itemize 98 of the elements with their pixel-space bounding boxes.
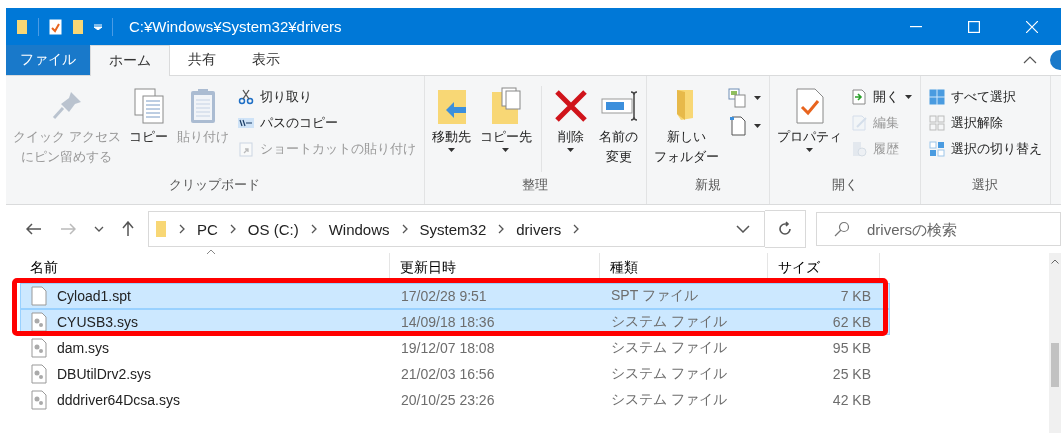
collapse-ribbon-icon [1023, 56, 1037, 64]
ribbon-button[interactable]: プロパティ [773, 80, 845, 176]
invert-selection-icon [928, 141, 945, 157]
history-icon [850, 141, 867, 157]
ribbon-button[interactable]: 開く [846, 86, 916, 108]
ribbon-button[interactable]: 名前の 変更 [595, 80, 642, 176]
ribbon-button[interactable]: 切り取り [233, 86, 420, 108]
group-label: 開く [830, 176, 859, 194]
file-name: DBUtilDrv2.sys [57, 366, 152, 382]
type-cell-text: システム ファイル [610, 339, 728, 357]
file-row[interactable]: Cyload1.spt 17/02/28 9:51 SPT ファイル 7 KB [20, 283, 890, 309]
folder-icon [155, 220, 167, 238]
folder-icon [16, 18, 28, 35]
file-name: dam.sys [57, 340, 110, 356]
date-cell-text: 17/02/28 9:51 [400, 288, 488, 304]
chevron-icon [229, 224, 236, 234]
ribbon-button[interactable]: 選択の切り替え [924, 138, 1046, 160]
ribbon-button[interactable]: 移動先 [428, 80, 475, 176]
properties-icon [49, 18, 62, 35]
select-all-icon [928, 89, 945, 105]
file-row[interactable]: dam.sys 19/12/07 18:08 システム ファイル 95 KB [20, 335, 890, 361]
maximize-icon [968, 20, 980, 33]
ribbon-tab[interactable]: ファイル [6, 45, 90, 75]
new-item-icon [727, 88, 748, 108]
size-cell-text: 25 KB [831, 366, 872, 382]
breadcrumb[interactable]: Windows [328, 220, 390, 238]
date-cell-text: 14/09/18 18:36 [400, 314, 496, 330]
ribbon-button[interactable]: 新しい フォルダー [650, 80, 722, 176]
gear-file-icon [31, 338, 47, 358]
select-none-icon [928, 115, 945, 131]
file-name: Cyload1.spt [57, 288, 131, 304]
path-icon [237, 115, 254, 131]
refresh-button[interactable] [765, 210, 806, 248]
ribbon-tab[interactable]: 表示 [234, 45, 298, 75]
ribbon-tab[interactable]: ホーム [90, 45, 170, 76]
group-label: 選択 [971, 176, 1000, 194]
gear-file-icon [31, 364, 47, 384]
up-arrow-icon [122, 221, 134, 237]
group-label: 整理 [521, 176, 550, 194]
breadcrumb[interactable]: System32 [419, 220, 487, 238]
edit-icon [850, 115, 867, 131]
file-name: dddriver64Dcsa.sys [57, 392, 180, 408]
address-bar[interactable]: PC OS (C:) Windows System32 drivers [148, 211, 765, 247]
size-cell-text: 42 KB [831, 392, 872, 408]
ribbon-button[interactable]: コピー [125, 80, 172, 176]
chevron-down-icon [94, 226, 104, 232]
window-title: C:¥Windows¥System32¥drivers [129, 18, 343, 35]
back-arrow-icon [26, 223, 42, 235]
chevron-icon [401, 224, 408, 234]
type-cell-text: システム ファイル [610, 365, 728, 383]
date-cell-text: 20/10/25 23:26 [400, 392, 496, 408]
sort-ascending-icon [206, 249, 216, 255]
type-cell-text: システム ファイル [610, 313, 728, 331]
ribbon-tab[interactable]: 共有 [170, 45, 234, 75]
refresh-icon [777, 221, 793, 237]
search-icon [834, 221, 850, 237]
chevron-icon [310, 224, 317, 234]
size-cell-text: 95 KB [831, 340, 872, 356]
scrollbar-thumb[interactable] [1051, 343, 1059, 387]
ribbon-button[interactable]: コピー先 [476, 80, 535, 176]
breadcrumb[interactable]: drivers [516, 220, 562, 238]
chevron-icon [573, 224, 580, 234]
chevron-icon [179, 224, 185, 234]
group-label: 新規 [693, 176, 722, 194]
size-cell-text: 62 KB [831, 314, 872, 330]
scrollbar[interactable] [1049, 253, 1061, 433]
shortcut-icon [237, 141, 254, 157]
search-field[interactable]: driversの検索 [816, 212, 1061, 246]
type-cell-text: システム ファイル [610, 391, 728, 409]
minimize-icon [910, 25, 922, 28]
folder-icon [677, 90, 696, 122]
ribbon-button[interactable]: パスのコピー [233, 112, 420, 134]
open-icon [850, 89, 867, 105]
blank-page-icon [727, 116, 748, 136]
ribbon-button[interactable]: 選択解除 [924, 112, 1046, 134]
chevron-icon [498, 224, 505, 234]
scroll-up-icon [1051, 259, 1059, 264]
dropdown-caret-icon [94, 23, 102, 30]
gear-file-icon [31, 312, 47, 332]
document-icon [31, 286, 47, 306]
breadcrumb[interactable]: PC [197, 220, 218, 238]
date-cell-text: 19/12/07 18:08 [400, 340, 496, 356]
file-name: CYUSB3.sys [57, 314, 138, 330]
scissors-icon [237, 89, 254, 105]
breadcrumb[interactable]: OS (C:) [247, 220, 299, 238]
date-cell-text: 21/02/03 16:56 [400, 366, 496, 382]
gear-file-icon [31, 390, 47, 410]
type-cell-text: SPT ファイル [610, 287, 699, 305]
ribbon-button[interactable]: すべて選択 [924, 86, 1046, 108]
ribbon-button[interactable]: 削除 [547, 80, 594, 176]
file-row[interactable]: dddriver64Dcsa.sys 20/10/25 23:26 システム ファイル 42 KB [20, 387, 890, 413]
group-label: クリップボード [168, 176, 262, 194]
size-cell-text: 7 KB [839, 288, 872, 304]
chevron-down-icon [736, 225, 750, 233]
close-icon [1026, 20, 1038, 33]
file-row[interactable]: DBUtilDrv2.sys 21/02/03 16:56 システム ファイル 25 KB [20, 361, 890, 387]
folder-icon [72, 18, 84, 35]
forward-arrow-icon [60, 223, 76, 235]
